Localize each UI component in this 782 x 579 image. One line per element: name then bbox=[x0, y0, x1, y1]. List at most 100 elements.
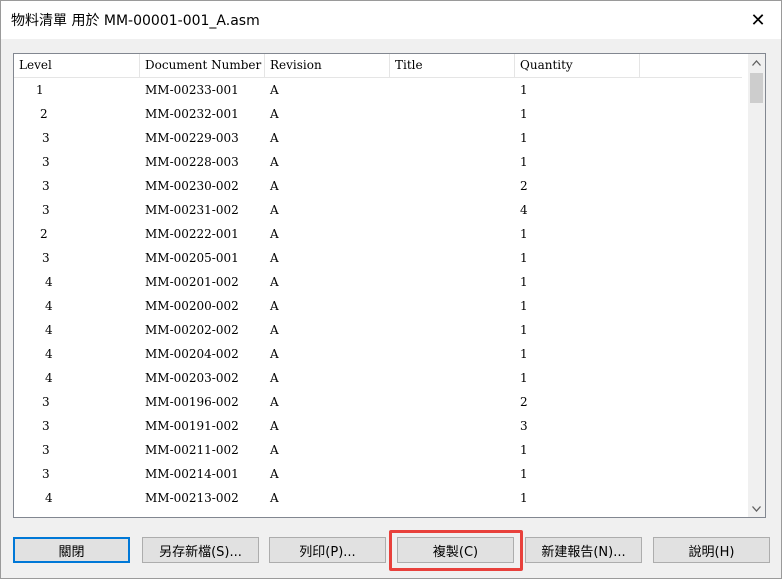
cell-level: 4 bbox=[45, 347, 53, 361]
cell-revision: A bbox=[270, 467, 279, 481]
title-bar: 物料清單 用於 MM-00001-001_A.asm ✕ bbox=[1, 1, 781, 39]
cell-quantity: 1 bbox=[520, 131, 528, 145]
cell-revision: A bbox=[270, 443, 279, 457]
cell-revision: A bbox=[270, 371, 279, 385]
table-row[interactable]: 3 MM-00205-001 A 1 bbox=[14, 246, 742, 270]
cell-quantity: 2 bbox=[520, 179, 528, 193]
cell-level: 2 bbox=[40, 107, 48, 121]
cell-quantity: 1 bbox=[520, 347, 528, 361]
table-row[interactable]: 3 MM-00211-002 A 1 bbox=[14, 438, 742, 462]
help-button[interactable]: 說明(H) bbox=[653, 537, 770, 563]
table-row[interactable]: 2 MM-00232-001 A 1 bbox=[14, 102, 742, 126]
scroll-thumb[interactable] bbox=[750, 73, 763, 103]
cell-revision: A bbox=[270, 83, 279, 97]
cell-level: 3 bbox=[42, 443, 50, 457]
cell-revision: A bbox=[270, 155, 279, 169]
bom-list[interactable]: Level Document Number Revision Title Qua… bbox=[13, 53, 766, 518]
print-button[interactable]: 列印(P)... bbox=[269, 537, 386, 563]
cell-document-number: MM-00212-002 bbox=[145, 510, 239, 517]
cell-document-number: MM-00201-002 bbox=[145, 275, 239, 289]
cell-revision: A bbox=[270, 323, 279, 337]
column-header-document-number[interactable]: Document Number bbox=[140, 54, 265, 77]
down-arrow-icon[interactable] bbox=[748, 500, 765, 517]
cell-document-number: MM-00222-001 bbox=[145, 227, 239, 241]
table-row[interactable]: 3 MM-00231-002 A 4 bbox=[14, 198, 742, 222]
cell-quantity: 1 bbox=[520, 443, 528, 457]
cell-document-number: MM-00213-002 bbox=[145, 491, 239, 505]
cell-quantity: 1 bbox=[520, 227, 528, 241]
cell-quantity: 1 bbox=[520, 83, 528, 97]
cell-quantity: 1 bbox=[520, 155, 528, 169]
column-header-revision[interactable]: Revision bbox=[265, 54, 390, 77]
table-row[interactable]: 4 MM-00200-002 A 1 bbox=[14, 294, 742, 318]
cell-quantity: 4 bbox=[520, 203, 528, 217]
cell-revision: A bbox=[270, 131, 279, 145]
column-header-quantity[interactable]: Quantity bbox=[515, 54, 640, 77]
table-row[interactable]: 3 MM-00191-002 A 3 bbox=[14, 414, 742, 438]
window-title: 物料清單 用於 MM-00001-001_A.asm bbox=[11, 13, 260, 29]
cell-level: 4 bbox=[45, 491, 53, 505]
cell-document-number: MM-00203-002 bbox=[145, 371, 239, 385]
cell-level: 3 bbox=[42, 131, 50, 145]
close-window-button[interactable]: ✕ bbox=[735, 1, 781, 39]
cell-quantity: 2 bbox=[520, 395, 528, 409]
cell-document-number: MM-00233-001 bbox=[145, 83, 239, 97]
cell-level: 3 bbox=[42, 251, 50, 265]
table-row[interactable]: 4 MM-00213-002 A 1 bbox=[14, 486, 742, 510]
cell-revision: A bbox=[270, 275, 279, 289]
table-row[interactable]: 3 MM-00230-002 A 2 bbox=[14, 174, 742, 198]
cell-level: 4 bbox=[45, 510, 53, 517]
cell-document-number: MM-00232-001 bbox=[145, 107, 239, 121]
cell-quantity: 1 bbox=[520, 371, 528, 385]
cell-level: 2 bbox=[40, 227, 48, 241]
table-row[interactable]: 4 MM-00203-002 A 1 bbox=[14, 366, 742, 390]
cell-revision: A bbox=[270, 203, 279, 217]
cell-level: 3 bbox=[42, 419, 50, 433]
table-row[interactable]: 2 MM-00222-001 A 1 bbox=[14, 222, 742, 246]
cell-level: 4 bbox=[45, 371, 53, 385]
cell-quantity: 3 bbox=[520, 419, 528, 433]
bom-dialog: 物料清單 用於 MM-00001-001_A.asm ✕ Level Docum… bbox=[0, 0, 782, 579]
cell-level: 3 bbox=[42, 179, 50, 193]
table-row[interactable]: 1 MM-00233-001 A 1 bbox=[14, 78, 742, 102]
cell-revision: A bbox=[270, 107, 279, 121]
cell-revision: A bbox=[270, 419, 279, 433]
cell-revision: A bbox=[270, 179, 279, 193]
cell-document-number: MM-00205-001 bbox=[145, 251, 239, 265]
table-row[interactable]: 4 MM-00201-002 A 1 bbox=[14, 270, 742, 294]
cell-level: 4 bbox=[45, 323, 53, 337]
table-row[interactable]: 4 MM-00202-002 A 1 bbox=[14, 318, 742, 342]
new-report-button[interactable]: 新建報告(N)... bbox=[525, 537, 642, 563]
cell-revision: A bbox=[270, 227, 279, 241]
cell-level: 4 bbox=[45, 275, 53, 289]
table-row[interactable]: 3 MM-00228-003 A 1 bbox=[14, 150, 742, 174]
cell-quantity: 1 bbox=[520, 107, 528, 121]
save-as-button[interactable]: 另存新檔(S)... bbox=[142, 537, 259, 563]
cell-quantity: 1 bbox=[520, 323, 528, 337]
cell-revision: A bbox=[270, 251, 279, 265]
cell-revision: A bbox=[270, 347, 279, 361]
cell-document-number: MM-00214-001 bbox=[145, 467, 239, 481]
close-button[interactable]: 關閉 bbox=[13, 537, 130, 563]
copy-button-highlight bbox=[389, 530, 523, 571]
table-row[interactable]: 3 MM-00214-001 A 1 bbox=[14, 462, 742, 486]
cell-document-number: MM-00191-002 bbox=[145, 419, 239, 433]
cell-quantity: 1 bbox=[520, 299, 528, 313]
list-header: Level Document Number Revision Title Qua… bbox=[14, 54, 742, 78]
cell-quantity: 1 bbox=[520, 467, 528, 481]
cell-quantity: 1 bbox=[520, 251, 528, 265]
vertical-scrollbar[interactable] bbox=[748, 54, 765, 517]
column-header-level[interactable]: Level bbox=[14, 54, 140, 77]
close-icon: ✕ bbox=[750, 9, 766, 31]
cell-document-number: MM-00202-002 bbox=[145, 323, 239, 337]
table-row[interactable]: 4 MM-00212-002 A 1 bbox=[14, 510, 742, 517]
table-row[interactable]: 3 MM-00229-003 A 1 bbox=[14, 126, 742, 150]
cell-document-number: MM-00211-002 bbox=[145, 443, 239, 457]
table-row[interactable]: 4 MM-00204-002 A 1 bbox=[14, 342, 742, 366]
cell-revision: A bbox=[270, 510, 279, 517]
cell-level: 1 bbox=[36, 83, 44, 97]
table-row[interactable]: 3 MM-00196-002 A 2 bbox=[14, 390, 742, 414]
column-header-title[interactable]: Title bbox=[390, 54, 515, 77]
cell-quantity: 1 bbox=[520, 275, 528, 289]
up-arrow-icon[interactable] bbox=[748, 54, 765, 71]
